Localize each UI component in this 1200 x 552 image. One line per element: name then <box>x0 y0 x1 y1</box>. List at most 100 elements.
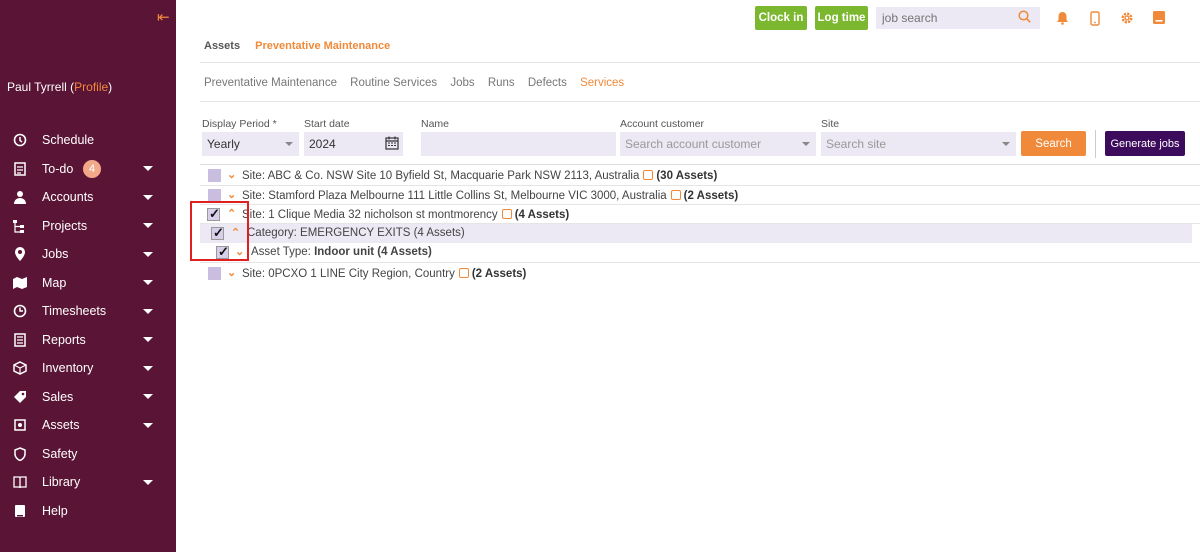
chevron-down-icon[interactable] <box>143 166 153 172</box>
sidebar-item-assets[interactable]: Assets <box>0 411 176 440</box>
chevron-down-icon[interactable] <box>143 394 153 400</box>
chevron-down-icon[interactable] <box>143 194 153 200</box>
tab-assets[interactable]: Assets <box>204 40 240 52</box>
site-label-text: Site: ABC & Co. NSW Site 10 Byfield St, … <box>242 170 640 182</box>
sidebar-item-label: Inventory <box>42 361 94 376</box>
log-time-button[interactable]: Log time <box>815 6 868 30</box>
sidebar-item-label: Assets <box>42 418 80 433</box>
sidebar-item-inventory[interactable]: Inventory <box>0 354 176 383</box>
tree-row-site: ⌄ Site: ABC & Co. NSW Site 10 Byfield St… <box>200 166 1200 185</box>
subtab-jobs[interactable]: Jobs <box>450 77 474 89</box>
asset-type-prefix: Asset Type: <box>251 246 315 258</box>
mobile-icon[interactable] <box>1090 11 1100 29</box>
site-label-text: Site: 1 Clique Media 32 nicholson st mon… <box>242 209 498 221</box>
tree-row-asset-type: ⌄ Asset Type: Indoor unit (4 Assets) <box>200 243 1200 262</box>
chevron-down-icon[interactable] <box>143 308 153 314</box>
tree-row-category: ⌃ Category: EMERGENCY EXITS (4 Assets) <box>200 224 1192 243</box>
chevron-down-icon[interactable]: ⌄ <box>227 266 236 279</box>
external-link-icon[interactable] <box>501 209 512 219</box>
row-checkbox[interactable] <box>208 267 221 280</box>
sidebar-item-label: Accounts <box>42 190 94 205</box>
site-placeholder: Search site <box>826 137 887 151</box>
chevron-down-icon[interactable] <box>143 337 153 343</box>
sidebar-item-safety[interactable]: Safety <box>0 440 176 469</box>
start-date-label: Start date <box>304 118 350 130</box>
chevron-down-icon[interactable] <box>143 479 153 485</box>
shield-icon <box>13 446 27 461</box>
user-suffix: ) <box>108 80 113 94</box>
sidebar-item-todo[interactable]: To-do 4 <box>0 155 176 184</box>
subtab-preventative-maintenance[interactable]: Preventative Maintenance <box>204 77 337 89</box>
tab-preventative-maintenance[interactable]: Preventative Maintenance <box>255 40 390 52</box>
sidebar-item-timesheets[interactable]: Timesheets <box>0 297 176 326</box>
search-icon[interactable] <box>1018 10 1031 26</box>
reports-icon <box>13 333 27 347</box>
profile-link[interactable]: Profile <box>74 80 108 94</box>
clock-in-button[interactable]: Clock in <box>755 6 807 30</box>
category-label-text: Category: EMERGENCY EXITS (4 Assets) <box>247 227 465 239</box>
chevron-down-icon[interactable] <box>143 251 153 257</box>
account-customer-select[interactable]: Search account customer <box>620 132 816 156</box>
account-customer-placeholder: Search account customer <box>625 137 762 151</box>
chevron-down-icon[interactable] <box>143 280 153 286</box>
tree-row-text: Asset Type: Indoor unit (4 Assets) <box>251 246 432 258</box>
sidebar-item-label: Library <box>42 475 81 490</box>
external-link-icon[interactable] <box>458 268 469 278</box>
subtab-services[interactable]: Services <box>580 77 624 89</box>
assets-icon <box>13 418 27 432</box>
gear-icon[interactable] <box>1120 11 1134 28</box>
start-date-input[interactable]: 2024 <box>304 132 403 156</box>
external-link-icon[interactable] <box>670 190 681 200</box>
chevron-down-icon[interactable] <box>143 223 153 229</box>
sidebar-item-label: Timesheets <box>42 304 107 319</box>
divider <box>200 101 1200 102</box>
sidebar-item-accounts[interactable]: Accounts <box>0 183 176 212</box>
help-icon <box>13 504 27 518</box>
chevron-down-icon <box>285 142 293 146</box>
job-search-input[interactable] <box>876 7 1040 29</box>
asset-count: (30 Assets) <box>656 170 718 182</box>
sidebar-item-label: Schedule <box>42 133 95 148</box>
map-icon <box>13 276 27 290</box>
pin-icon <box>13 247 27 262</box>
name-label: Name <box>421 118 450 130</box>
display-period-select[interactable]: Yearly <box>202 132 299 156</box>
sidebar-item-sales[interactable]: Sales <box>0 383 176 412</box>
subtab-runs[interactable]: Runs <box>488 77 515 89</box>
bell-icon[interactable] <box>1056 11 1069 28</box>
user-name: Paul Tyrrell ( <box>7 80 75 94</box>
sidebar-item-reports[interactable]: Reports <box>0 326 176 355</box>
sidebar-item-projects[interactable]: Projects <box>0 212 176 241</box>
user-menu-icon[interactable] <box>1153 11 1165 27</box>
todo-icon <box>13 162 27 176</box>
collapse-left-icon[interactable]: ⇤ <box>157 8 170 26</box>
tree-row-site: ⌃ Site: 1 Clique Media 32 nicholson st m… <box>200 205 1200 224</box>
sidebar-item-schedule[interactable]: Schedule <box>0 126 176 155</box>
chevron-down-icon[interactable]: ⌄ <box>227 188 236 201</box>
chevron-down-icon[interactable] <box>143 422 153 428</box>
tree-row-text: Site: 1 Clique Media 32 nicholson st mon… <box>242 208 569 221</box>
account-customer-label: Account customer <box>620 118 705 130</box>
todo-count-badge: 4 <box>83 159 101 178</box>
sidebar-item-help[interactable]: Help <box>0 497 176 526</box>
sidebar-item-library[interactable]: Library <box>0 468 176 497</box>
chevron-down-icon[interactable] <box>143 365 153 371</box>
site-select[interactable]: Search site <box>821 132 1016 156</box>
display-period-value: Yearly <box>207 137 240 151</box>
subtab-defects[interactable]: Defects <box>528 77 567 89</box>
sidebar-item-jobs[interactable]: Jobs <box>0 240 176 269</box>
name-input[interactable] <box>421 132 616 156</box>
generate-jobs-button[interactable]: Generate jobs <box>1105 131 1185 156</box>
calendar-icon[interactable] <box>385 136 399 153</box>
asset-count: (2 Assets) <box>683 190 739 202</box>
tree-row-site: ⌄ Site: Stamford Plaza Melbourne 111 Lit… <box>200 186 1200 205</box>
subtab-routine-services[interactable]: Routine Services <box>350 77 437 89</box>
search-button[interactable]: Search <box>1021 131 1086 156</box>
sidebar-item-map[interactable]: Map <box>0 269 176 298</box>
tree-row-site: ⌄ Site: 0PCXO 1 LINE City Region, Countr… <box>200 264 1200 283</box>
box-icon <box>13 361 27 376</box>
chevron-down-icon[interactable]: ⌄ <box>227 168 236 181</box>
clock-icon <box>13 304 27 318</box>
row-checkbox[interactable] <box>208 169 221 182</box>
external-link-icon[interactable] <box>643 170 654 180</box>
